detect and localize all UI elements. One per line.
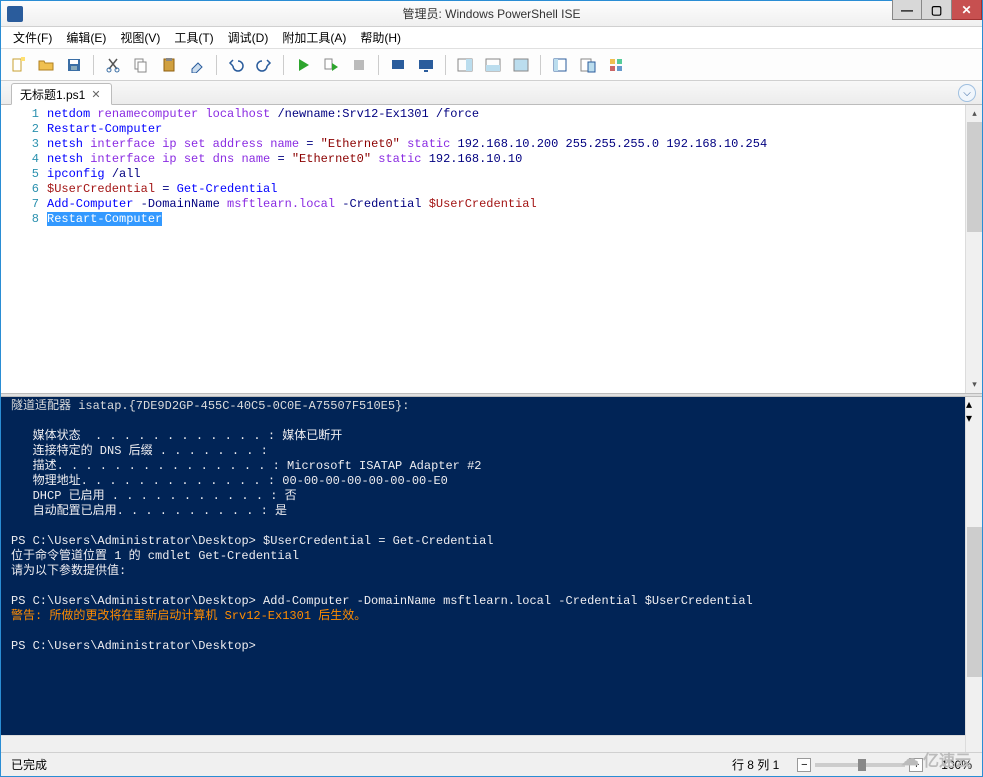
menu-debug[interactable]: 调试(D) xyxy=(222,27,275,48)
window-title: 管理员: Windows PowerShell ISE xyxy=(1,5,982,22)
scrollbar-thumb[interactable] xyxy=(967,122,982,232)
scrollbar-thumb[interactable] xyxy=(967,527,982,677)
line-number-gutter: 12345678 xyxy=(1,105,47,393)
script-editor[interactable]: 12345678 netdom renamecomputer localhost… xyxy=(1,105,982,393)
menu-tools[interactable]: 工具(T) xyxy=(168,27,219,48)
copy-icon[interactable] xyxy=(130,54,152,76)
clear-icon[interactable] xyxy=(186,54,208,76)
toolbar-separator xyxy=(445,55,446,75)
tab-close-icon[interactable]: ✕ xyxy=(91,88,103,100)
toolbar-separator xyxy=(378,55,379,75)
layout-bottom-icon[interactable] xyxy=(482,54,504,76)
new-file-icon[interactable] xyxy=(7,54,29,76)
cut-icon[interactable] xyxy=(102,54,124,76)
toolbar-separator xyxy=(93,55,94,75)
command-addon-icon[interactable] xyxy=(549,54,571,76)
editor-scrollbar-vertical[interactable]: ▴ ▾ xyxy=(965,105,982,393)
scroll-up-icon[interactable]: ▴ xyxy=(966,397,982,411)
layout-full-icon[interactable] xyxy=(510,54,532,76)
scroll-down-icon[interactable]: ▾ xyxy=(966,411,982,425)
open-folder-icon[interactable] xyxy=(35,54,57,76)
scroll-down-icon[interactable]: ▾ xyxy=(966,376,982,393)
menu-addons[interactable]: 附加工具(A) xyxy=(276,27,352,48)
zoom-thumb[interactable] xyxy=(858,759,866,771)
code-content[interactable]: netdom renamecomputer localhost /newname… xyxy=(47,105,965,393)
console-output[interactable]: 隧道适配器 isatap.{7DE9D2GP-455C-40C5-0C0E-A7… xyxy=(1,397,965,752)
show-command-icon[interactable] xyxy=(577,54,599,76)
titlebar[interactable]: 管理员: Windows PowerShell ISE — ▢ ✕ xyxy=(1,1,982,27)
menu-edit[interactable]: 编辑(E) xyxy=(60,27,112,48)
cursor-position: 行 8 列 1 xyxy=(732,756,779,773)
minimize-button[interactable]: — xyxy=(892,0,922,20)
toolbar-separator xyxy=(283,55,284,75)
tab-label: 无标题1.ps1 xyxy=(20,86,85,103)
console-scrollbar-horizontal[interactable] xyxy=(1,735,965,752)
menu-view[interactable]: 视图(V) xyxy=(114,27,166,48)
app-icon xyxy=(7,6,23,22)
layout-right-icon[interactable] xyxy=(454,54,476,76)
toolbar xyxy=(1,49,982,81)
redo-icon[interactable] xyxy=(253,54,275,76)
undo-icon[interactable] xyxy=(225,54,247,76)
console-scrollbar-vertical[interactable]: ▴ ▾ xyxy=(965,397,982,752)
tabbar: 无标题1.ps1 ✕ ⌵ xyxy=(1,81,982,105)
window-root: 管理员: Windows PowerShell ISE — ▢ ✕ 文件(F) … xyxy=(0,0,983,777)
zoom-level: 100% xyxy=(941,758,972,772)
stop-icon[interactable] xyxy=(348,54,370,76)
toolbar-separator xyxy=(540,55,541,75)
tab-active[interactable]: 无标题1.ps1 ✕ xyxy=(11,83,112,105)
save-icon[interactable] xyxy=(63,54,85,76)
zoom-out-button[interactable]: − xyxy=(797,758,811,772)
console-pane: 隧道适配器 isatap.{7DE9D2GP-455C-40C5-0C0E-A7… xyxy=(1,397,982,752)
paste-icon[interactable] xyxy=(158,54,180,76)
status-message: 已完成 xyxy=(11,756,47,773)
menu-help[interactable]: 帮助(H) xyxy=(354,27,407,48)
toolbox-icon[interactable] xyxy=(605,54,627,76)
statusbar: 已完成 行 8 列 1 − + 100% xyxy=(1,752,982,776)
maximize-button[interactable]: ▢ xyxy=(922,0,952,20)
zoom-in-button[interactable]: + xyxy=(909,758,923,772)
remote-icon[interactable] xyxy=(415,54,437,76)
zoom-slider[interactable]: − + xyxy=(797,758,923,772)
commands-pane-toggle[interactable]: ⌵ xyxy=(958,84,976,102)
breakpoint-icon[interactable] xyxy=(387,54,409,76)
run-selection-icon[interactable] xyxy=(320,54,342,76)
scroll-up-icon[interactable]: ▴ xyxy=(966,105,982,122)
run-icon[interactable] xyxy=(292,54,314,76)
menu-file[interactable]: 文件(F) xyxy=(7,27,58,48)
close-button[interactable]: ✕ xyxy=(952,0,982,20)
menubar: 文件(F) 编辑(E) 视图(V) 工具(T) 调试(D) 附加工具(A) 帮助… xyxy=(1,27,982,49)
toolbar-separator xyxy=(216,55,217,75)
zoom-track[interactable] xyxy=(815,763,905,767)
